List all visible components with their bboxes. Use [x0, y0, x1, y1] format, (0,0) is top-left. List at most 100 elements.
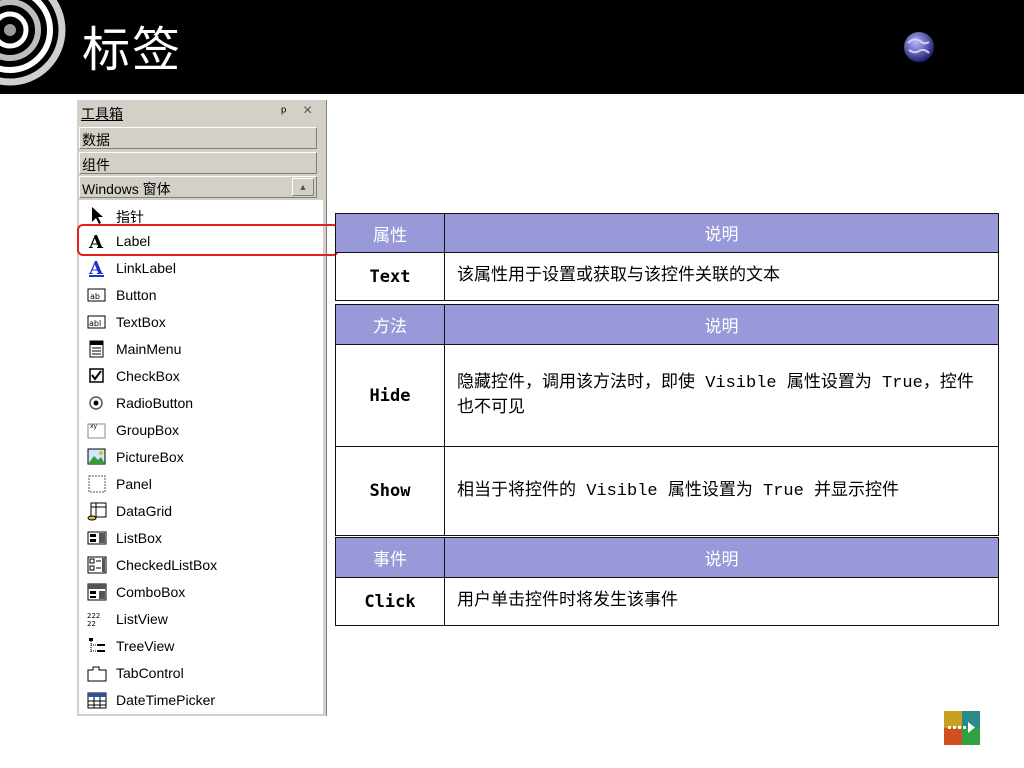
button-icon: ab: [87, 288, 106, 302]
event-desc: 用户单击控件时将发生该事件: [444, 577, 999, 626]
checkbox-icon: [89, 368, 104, 383]
toolbox-item-picturebox[interactable]: PictureBox: [79, 444, 323, 470]
toolbox-item-listbox[interactable]: ListBox: [79, 525, 323, 551]
svg-text:xy: xy: [90, 423, 98, 430]
mainmenu-icon: [89, 340, 104, 358]
method-desc: 隐藏控件，调用该方法时，即使 Visible 属性设置为 True，控件也不可见: [444, 344, 999, 447]
close-icon[interactable]: ×: [303, 102, 312, 120]
svg-text:ab: ab: [90, 292, 100, 301]
table-row: Hide 隐藏控件，调用该方法时，即使 Visible 属性设置为 True，控…: [335, 344, 999, 447]
property-desc: 该属性用于设置或获取与该控件关联的文本: [444, 252, 999, 301]
toolbox-item-datagrid[interactable]: DataGrid: [79, 498, 323, 524]
toolbox-item-label: DataGrid: [116, 503, 173, 519]
toolbox-item-label: PictureBox: [116, 449, 184, 465]
toolbox-item-label: Panel: [116, 476, 152, 492]
tab-components-label: 组件: [82, 157, 110, 173]
toolbox-item-label: TabControl: [116, 665, 184, 681]
events-header-desc: 说明: [444, 537, 999, 578]
scroll-up-button[interactable]: ▲: [292, 178, 314, 196]
page-title: 标签: [82, 22, 183, 78]
properties-table: 属性 说明 Text 该属性用于设置或获取与该控件关联的文本: [335, 213, 999, 301]
tab-data-label: 数据: [82, 132, 110, 148]
tabcontrol-icon: [87, 666, 107, 682]
listview-icon: 222 22: [87, 612, 100, 628]
events-header-row: 事件 说明: [335, 537, 999, 578]
methods-header-name: 方法: [335, 304, 445, 345]
toolbox-title: 工具箱: [81, 106, 123, 122]
toolbox-item-treeview[interactable]: TreeView: [79, 633, 323, 659]
toolbox-item-label: RadioButton: [116, 395, 194, 411]
toolbox-item-datetimepicker[interactable]: DateTimePicker: [79, 687, 323, 713]
spiral-logo-icon: [0, 0, 66, 86]
toolbox-item-label: ComboBox: [116, 584, 186, 600]
toolbox-item-label: ListView: [116, 611, 168, 627]
corner-logo-icon: [944, 711, 980, 745]
toolbox-item-label: ListBox: [116, 530, 162, 546]
toolbox-item-label: GroupBox: [116, 422, 180, 438]
svg-text:abl: abl: [89, 319, 101, 328]
pin-icon[interactable]: ᵖ: [281, 103, 286, 119]
toolbox-item-label: Button: [116, 287, 157, 303]
pointer-icon: [92, 207, 103, 224]
event-name: Click: [335, 577, 445, 626]
toolbox-item-listview[interactable]: 222 22 ListView: [79, 606, 323, 632]
groupbox-icon: xy: [87, 423, 106, 439]
textbox-icon: abl: [87, 315, 106, 329]
title-banner: 标签: [0, 0, 1024, 94]
toolbox-header: 工具箱 ᵖ ×: [79, 102, 323, 122]
tab-data[interactable]: 数据: [79, 127, 317, 149]
datetimepicker-icon: [87, 692, 107, 709]
methods-header-row: 方法 说明: [335, 304, 999, 345]
linklabel-icon: A: [88, 258, 104, 278]
tab-windows-forms[interactable]: Windows 窗体 ▲: [79, 176, 317, 198]
toolbox-item-checkbox[interactable]: CheckBox: [79, 363, 323, 389]
toolbox-item-tabcontrol[interactable]: TabControl: [79, 660, 323, 686]
checkedlistbox-icon: [87, 556, 107, 574]
picturebox-icon: [87, 448, 106, 465]
table-row: Click 用户单击控件时将发生该事件: [335, 577, 999, 626]
method-name: Hide: [335, 344, 445, 447]
methods-table: 方法 说明 Hide 隐藏控件，调用该方法时，即使 Visible 属性设置为 …: [335, 304, 999, 536]
tab-components[interactable]: 组件: [79, 152, 317, 174]
properties-header-name: 属性: [335, 213, 445, 253]
toolbox-item-radiobutton[interactable]: RadioButton: [79, 390, 323, 416]
toolbox-item-label: TextBox: [116, 314, 166, 330]
toolbox-item-textbox[interactable]: abl TextBox: [79, 309, 323, 335]
combobox-icon: [87, 583, 107, 601]
toolbox-item-combobox[interactable]: ComboBox: [79, 579, 323, 605]
events-header-name: 事件: [335, 537, 445, 578]
properties-header-desc: 说明: [444, 213, 999, 253]
toolbox-panel: 工具箱 ᵖ × 数据 组件 Windows 窗体 ▲ 指针 A Label A …: [77, 100, 327, 716]
methods-header-desc: 说明: [444, 304, 999, 345]
method-name: Show: [335, 446, 445, 536]
radiobutton-icon: [89, 396, 103, 410]
tab-windows-forms-label: Windows 窗体: [82, 181, 171, 197]
treeview-icon: [89, 638, 105, 653]
toolbox-item-list: 指针 A Label A LinkLabel ab Button abl Tex…: [79, 200, 323, 714]
properties-header-row: 属性 说明: [335, 213, 999, 253]
listbox-icon: [87, 531, 107, 545]
toolbox-item-label: DateTimePicker: [116, 692, 216, 708]
datagrid-icon: [87, 502, 107, 521]
svg-text:22: 22: [87, 620, 96, 628]
toolbox-item-groupbox[interactable]: xy GroupBox: [79, 417, 323, 443]
method-desc: 相当于将控件的 Visible 属性设置为 True 并显示控件: [444, 446, 999, 536]
toolbox-item-checkedlistbox[interactable]: CheckedListBox: [79, 552, 323, 578]
toolbox-item-button[interactable]: ab Button: [79, 282, 323, 308]
toolbox-item-label: TreeView: [116, 638, 175, 654]
toolbox-item-label: LinkLabel: [116, 260, 176, 276]
table-row: Show 相当于将控件的 Visible 属性设置为 True 并显示控件: [335, 446, 999, 536]
svg-text:222: 222: [87, 612, 100, 620]
events-table: 事件 说明 Click 用户单击控件时将发生该事件: [335, 537, 999, 626]
toolbox-item-label: MainMenu: [116, 341, 182, 357]
toolbox-item-panel[interactable]: Panel: [79, 471, 323, 497]
panel-icon: [88, 475, 106, 493]
property-name: Text: [335, 252, 445, 301]
toolbox-item-label: CheckBox: [116, 368, 180, 384]
globe-icon: [904, 32, 934, 62]
table-row: Text 该属性用于设置或获取与该控件关联的文本: [335, 252, 999, 301]
label-highlight-box: [77, 224, 339, 256]
toolbox-item-label: CheckedListBox: [116, 557, 218, 573]
toolbox-item-mainmenu[interactable]: MainMenu: [79, 336, 323, 362]
toolbox-item-linklabel[interactable]: A LinkLabel: [79, 255, 323, 281]
